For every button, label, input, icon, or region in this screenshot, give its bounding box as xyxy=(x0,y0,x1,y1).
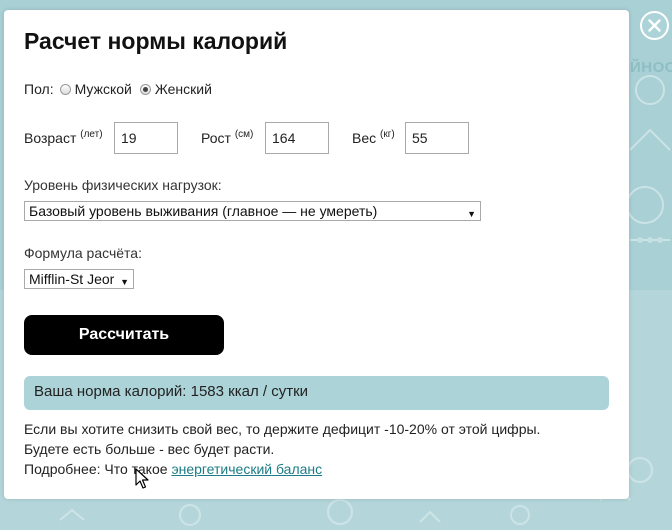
gender-radio-male[interactable] xyxy=(59,83,71,95)
height-label-text: Рост xyxy=(201,130,231,146)
formula-label: Формула расчёта: xyxy=(24,245,142,261)
activity-label: Уровень физических нагрузок: xyxy=(24,177,222,193)
note-deficit: Если вы хотите снизить свой вес, то держ… xyxy=(24,421,541,437)
note-more-info-prefix: Подробнее: Что такое xyxy=(24,461,172,477)
formula-select[interactable]: Mifflin-St Jeor ▼ xyxy=(24,269,134,289)
weight-unit: (кг) xyxy=(380,129,395,140)
close-icon xyxy=(648,19,661,32)
calculate-button[interactable]: Рассчитать xyxy=(24,315,224,355)
calorie-result: Ваша норма калорий: 1583 ккал / сутки xyxy=(24,376,609,410)
age-label-text: Возраст xyxy=(24,130,77,146)
calorie-calculator-modal: Расчет нормы калорий Пол: Мужской Женски… xyxy=(4,10,629,499)
gender-option-female-label[interactable]: Женский xyxy=(155,81,212,97)
weight-label-text: Вес xyxy=(352,130,377,146)
gender-radio-female[interactable] xyxy=(139,83,151,95)
mouse-cursor-icon xyxy=(135,468,149,489)
gender-label: Пол: xyxy=(24,81,54,97)
activity-selected-value: Базовый уровень выживания (главное — не … xyxy=(29,203,378,219)
note-more-info: Подробнее: Что такое энергетический бала… xyxy=(24,461,322,477)
age-label: Возраст (лет) xyxy=(24,129,103,146)
energy-balance-link[interactable]: энергетический баланс xyxy=(171,461,322,477)
modal-title: Расчет нормы калорий xyxy=(24,28,288,54)
formula-selected-value: Mifflin-St Jeor xyxy=(29,271,115,287)
chevron-down-icon: ▼ xyxy=(120,277,129,287)
background-page-text: ЙНОСТ xyxy=(630,59,672,76)
gender-option-male-label[interactable]: Мужской xyxy=(75,81,132,97)
height-unit: (см) xyxy=(234,129,254,140)
age-input[interactable]: 19 xyxy=(114,122,178,154)
body-params-row: Возраст (лет) 19 Рост (см) 164 Вес (кг) … xyxy=(24,122,624,154)
chevron-down-icon: ▼ xyxy=(467,209,476,219)
height-input[interactable]: 164 xyxy=(265,122,329,154)
height-label: Рост (см) xyxy=(201,129,254,146)
weight-input[interactable]: 55 xyxy=(405,122,469,154)
weight-label: Вес (кг) xyxy=(352,129,395,146)
age-unit: (лет) xyxy=(80,129,103,140)
gender-row: Пол: Мужской Женский xyxy=(24,80,214,98)
note-surplus: Будете есть больше - вес будет расти. xyxy=(24,441,275,457)
close-button[interactable] xyxy=(640,11,669,40)
activity-select[interactable]: Базовый уровень выживания (главное — не … xyxy=(24,201,481,221)
